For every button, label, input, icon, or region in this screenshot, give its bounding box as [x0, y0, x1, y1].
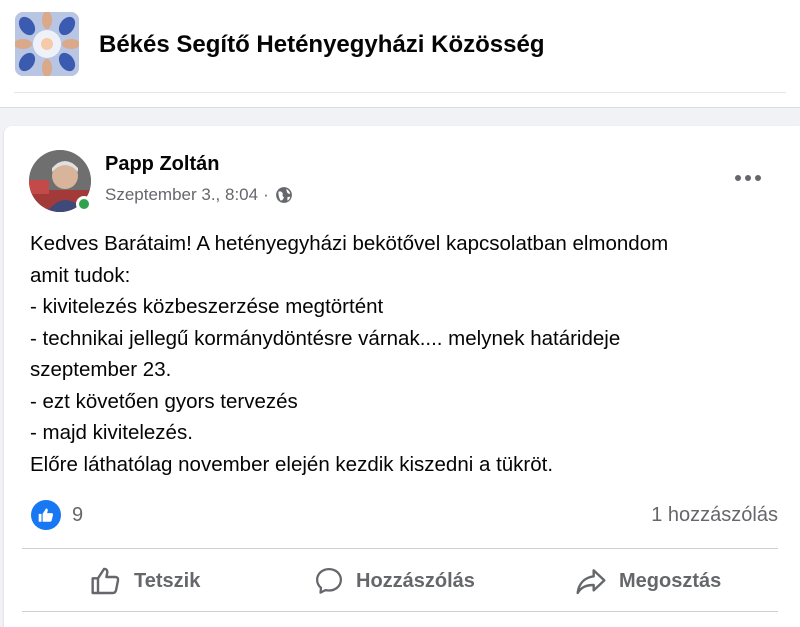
group-header: Békés Segítő Hetényegyházi Közösség	[0, 0, 800, 108]
more-options-icon	[735, 175, 761, 181]
group-avatar[interactable]	[15, 12, 79, 76]
reaction-count[interactable]: 9	[72, 504, 83, 527]
post-line: - kivitelezés közbeszerzése megtörtént	[30, 295, 384, 318]
like-reaction-badge[interactable]	[31, 500, 61, 530]
share-button[interactable]: Megosztás	[575, 558, 721, 604]
share-arrow-icon	[576, 569, 606, 595]
post-line: - ezt követően gyors tervezés	[30, 389, 298, 413]
post-line: Előre láthatólag november elején kezdik …	[30, 452, 554, 476]
comment-button-label: Hozzászólás	[356, 569, 475, 592]
divider	[14, 92, 786, 93]
group-photo-icon	[15, 12, 79, 76]
post-line: amit tudok:	[30, 263, 131, 287]
like-button[interactable]: Tetszik	[90, 558, 200, 604]
comment-count[interactable]: 1 hozzászólás	[651, 504, 778, 527]
post-meta: Szeptember 3., 8:04 ·	[105, 185, 293, 205]
author-name[interactable]: Papp Zoltán	[105, 153, 219, 176]
meta-separator: ·	[263, 185, 269, 204]
like-button-label: Tetszik	[134, 569, 201, 592]
post-line: - technikai jellegű kormánydöntésre várn…	[30, 326, 621, 350]
share-button-label: Megosztás	[619, 569, 722, 592]
thumbs-up-outline-icon	[91, 567, 120, 595]
divider	[22, 548, 778, 549]
online-status-icon	[76, 196, 92, 212]
divider	[22, 611, 778, 612]
post-timestamp[interactable]: Szeptember 3., 8:04	[105, 185, 258, 205]
thumbs-up-icon	[38, 508, 54, 522]
globe-icon	[275, 187, 292, 203]
post-line: szeptember 23.	[30, 358, 172, 381]
post-text: Kedves Barátaim! A hetényegyházi bekötőv…	[30, 228, 780, 480]
post-card: Papp Zoltán Szeptember 3., 8:04 · Kedves…	[4, 126, 800, 627]
post-line: Kedves Barátaim! A hetényegyházi bekötőv…	[30, 232, 669, 255]
more-options-button[interactable]	[726, 162, 770, 194]
speech-bubble-icon	[316, 568, 342, 594]
comment-button[interactable]: Hozzászólás	[314, 558, 475, 604]
post-line: - majd kivitelezés.	[30, 421, 193, 444]
group-name[interactable]: Békés Segítő Hetényegyházi Közösség	[99, 31, 544, 59]
